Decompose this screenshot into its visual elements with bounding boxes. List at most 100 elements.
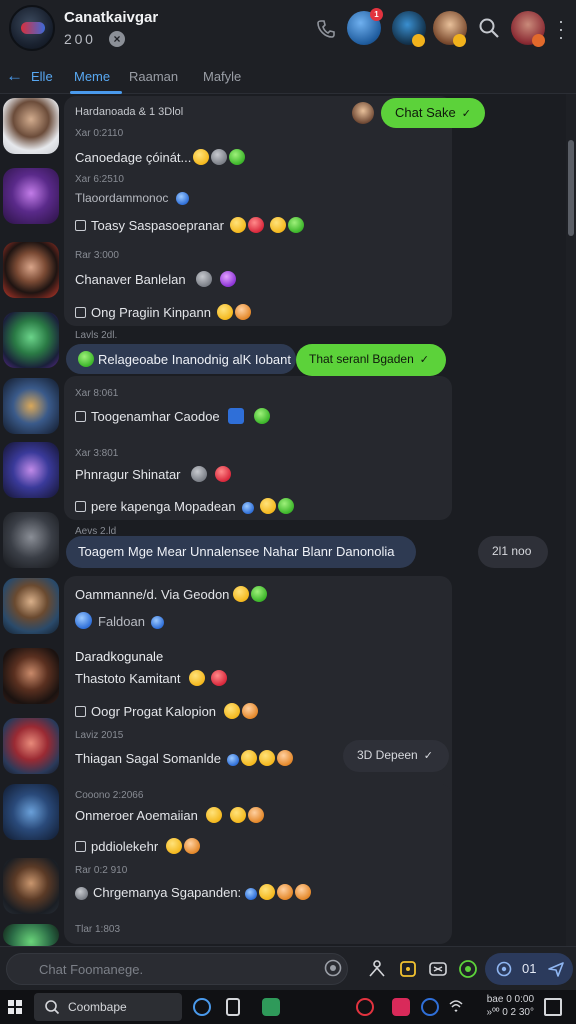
timestamp: Xar 8:061	[75, 388, 119, 399]
message-bubble[interactable]: Relageoabe Inanodnig alK Iobant	[66, 344, 296, 374]
emoji-icon	[277, 750, 293, 766]
gif-icon[interactable]	[428, 959, 448, 979]
contact-avatar[interactable]	[3, 718, 59, 774]
emoji-icon	[247, 217, 264, 233]
emoji-icon	[78, 351, 94, 367]
chat-title: Canatkaivgar	[64, 9, 159, 26]
scrollbar-thumb[interactable]	[568, 140, 574, 236]
send-group[interactable]: 01	[485, 953, 573, 985]
message-text: Ong Pragiin Kinpann	[75, 304, 251, 320]
emoji-icon	[229, 807, 246, 823]
contact-avatar[interactable]	[3, 442, 59, 498]
sticker-icon[interactable]	[398, 959, 418, 979]
emoji-icon	[216, 304, 233, 320]
more-menu-icon[interactable]: · · ·	[558, 12, 564, 46]
app-logo[interactable]	[9, 5, 55, 51]
timestamp: Xar 3:801	[75, 448, 119, 459]
status-dot	[453, 34, 466, 47]
contact-avatar[interactable]	[3, 512, 59, 568]
emoji-icon	[259, 750, 275, 766]
emoji-icon	[166, 838, 183, 854]
network-icon[interactable]	[448, 998, 464, 1016]
emoji-icon	[193, 149, 210, 165]
emoji-icon	[227, 754, 239, 766]
emoji-icon	[287, 217, 304, 233]
notification-badge: 1	[370, 8, 383, 21]
back-link[interactable]: Elle	[31, 69, 53, 84]
timestamp: Rar 3:000	[75, 250, 119, 261]
message-input[interactable]	[6, 953, 348, 985]
system-clock[interactable]: bae 0 0:00 »ºº 0 2 30°	[474, 993, 534, 1019]
emoji-icon	[241, 750, 257, 766]
app-icon[interactable]	[392, 998, 410, 1016]
emoji-icon	[210, 670, 227, 686]
contact-avatar[interactable]	[3, 312, 59, 368]
windows-start-icon[interactable]	[8, 1000, 22, 1014]
audio-icon[interactable]	[458, 959, 478, 979]
browser-icon[interactable]	[193, 998, 211, 1016]
message-text: Toogenamhar Caodoe	[75, 408, 270, 424]
search-icon[interactable]	[478, 17, 500, 39]
timestamp: Tlar 1:803	[75, 924, 121, 935]
emoji-icon	[251, 586, 268, 602]
contact-name: Chanaver Banlelan	[75, 271, 236, 287]
notifications-icon[interactable]	[544, 998, 562, 1016]
contact-name: Daradkogunale	[75, 649, 164, 664]
message-meta: Hardanoada & 1 3Dlol	[75, 106, 184, 118]
status-chip[interactable]: 3D Depeen ✓	[343, 740, 449, 772]
app-icon[interactable]	[421, 998, 439, 1016]
contact-avatar[interactable]	[3, 858, 59, 914]
chat-sake-button[interactable]: Chat Sake ✓	[381, 98, 485, 128]
contact-avatar[interactable]	[3, 168, 59, 224]
emoji-icon	[75, 887, 88, 900]
back-arrow-icon[interactable]: ←	[6, 66, 23, 86]
contact-avatar[interactable]	[3, 784, 59, 840]
chat-subtitle: 2 0 0	[64, 31, 93, 47]
attachment-icon	[75, 411, 86, 422]
explorer-icon[interactable]	[226, 998, 240, 1016]
emoji-icon	[295, 884, 312, 900]
attach-icon[interactable]	[495, 960, 513, 983]
phone-icon[interactable]	[316, 19, 336, 45]
tab-mafyle[interactable]: Mafyle	[203, 69, 241, 84]
time-chip[interactable]: 2l1 noo	[478, 536, 548, 568]
contact-name: Oammanne/d. Via Geodon	[75, 586, 268, 602]
reply-button[interactable]: That seranl Bgaden ✓	[296, 344, 446, 376]
os-taskbar: Coombape bae 0 0:00 »ºº 0 2 30°	[0, 990, 576, 1024]
contact-avatar[interactable]	[3, 924, 59, 946]
tab-raaman[interactable]: Raaman	[129, 69, 178, 84]
message-text: Oogr Progat Kalopion	[75, 703, 259, 719]
message-text: Canoedage çóinát...	[75, 149, 246, 165]
message-text: pere kapenga Mopadean	[75, 498, 294, 514]
emoji-icon	[259, 498, 276, 514]
clock-date: »ºº 0 2 30°	[486, 1007, 534, 1018]
app-icon[interactable]	[356, 998, 374, 1016]
message-text: Thastoto Kamitant	[75, 670, 227, 686]
emoji-icon	[195, 271, 212, 287]
app-icon[interactable]	[262, 998, 280, 1016]
emoji-icon	[176, 192, 190, 205]
contact-avatar[interactable]	[3, 242, 59, 298]
tab-meme[interactable]: Meme	[74, 69, 110, 84]
clear-icon[interactable]: ×	[109, 31, 125, 47]
emoji-icon	[242, 703, 259, 719]
emoji-icon	[219, 271, 236, 287]
emoji-icon	[214, 466, 231, 482]
timestamp: Lavls 2dl.	[75, 330, 118, 341]
emoji-icon	[229, 217, 246, 233]
emoji-icon	[233, 586, 250, 602]
emoji-picker-icon[interactable]	[324, 959, 344, 979]
emoji-icon	[253, 408, 270, 424]
app-header: Canatkaivgar 2 0 0 × 1 · · ·	[0, 0, 576, 58]
message-text: pddiolekehr	[75, 838, 201, 854]
contact-avatar[interactable]	[3, 378, 59, 434]
status-dot	[532, 34, 545, 47]
share-icon[interactable]	[367, 959, 387, 979]
send-icon[interactable]	[547, 960, 565, 983]
message-bubble[interactable]: Toagem Mge Mear Unnalensee Nahar Blanr D…	[66, 536, 416, 568]
contact-avatar[interactable]	[3, 648, 59, 704]
emoji-icon	[259, 884, 276, 900]
contact-avatar[interactable]	[3, 578, 59, 634]
taskbar-search[interactable]: Coombape	[34, 993, 182, 1021]
contact-avatar[interactable]	[3, 98, 59, 154]
